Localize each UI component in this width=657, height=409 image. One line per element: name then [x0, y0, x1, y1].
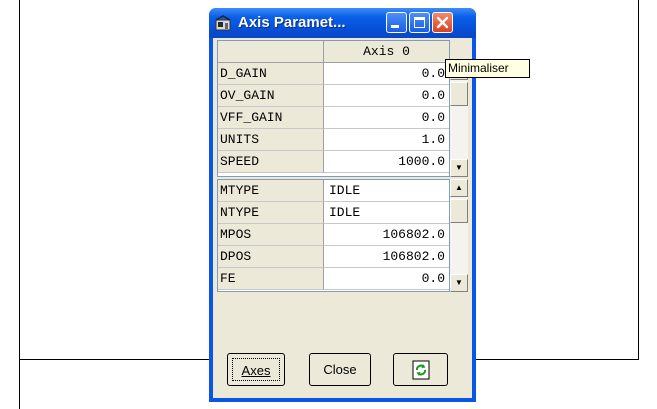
param-name: MPOS	[218, 224, 324, 246]
axes-button-focus: Axes	[232, 358, 280, 381]
param-value[interactable]: IDLE	[324, 180, 449, 202]
window-title: Axis Paramet...	[238, 14, 346, 31]
param-name: VFF_GAIN	[218, 107, 324, 129]
axes-button-label: Axes	[241, 363, 271, 378]
parameters-table-bottom: MTYPE IDLE NTYPE IDLE MPOS 106802.0 DPOS…	[217, 179, 450, 292]
scroll-up-button[interactable]: ▲	[450, 179, 468, 197]
param-name: MTYPE	[218, 180, 324, 202]
param-value[interactable]: 0.0	[324, 63, 449, 85]
param-name: UNITS	[218, 129, 324, 151]
table-row[interactable]: OV_GAIN 0.0	[218, 85, 449, 107]
table-row[interactable]: D_GAIN 0.0	[218, 63, 449, 85]
minimize-button[interactable]	[386, 12, 407, 33]
param-name: D_GAIN	[218, 63, 324, 85]
table-row[interactable]: MPOS 106802.0	[218, 224, 449, 246]
close-button[interactable]: Close	[309, 353, 371, 386]
param-value[interactable]: 1.0	[324, 129, 449, 151]
title-bar[interactable]: Axis Paramet...	[209, 8, 476, 38]
param-value[interactable]: IDLE	[324, 202, 449, 224]
column-header-row: Axis 0	[218, 41, 449, 63]
maximize-icon	[414, 17, 425, 28]
minimize-icon	[391, 25, 399, 28]
param-value[interactable]: 106802.0	[324, 224, 449, 246]
param-value[interactable]: 0.0	[324, 268, 449, 290]
table-row[interactable]: VFF_GAIN 0.0	[218, 107, 449, 129]
top-table-scrollbar[interactable]: ▲ ▼	[450, 62, 468, 177]
close-button-label: Close	[323, 362, 357, 377]
scroll-down-button[interactable]: ▼	[450, 159, 468, 177]
window-client-area: Axis 0 D_GAIN 0.0 OV_GAIN 0.0 VFF_GAIN 0…	[213, 38, 472, 398]
table-row[interactable]: SPEED 1000.0	[218, 151, 449, 173]
param-value[interactable]: 0.0	[324, 107, 449, 129]
scroll-thumb[interactable]	[450, 82, 468, 106]
frame-left	[19, 0, 20, 409]
frame-right	[638, 0, 639, 360]
parameters-table-top: Axis 0 D_GAIN 0.0 OV_GAIN 0.0 VFF_GAIN 0…	[217, 40, 450, 177]
scroll-thumb[interactable]	[450, 199, 468, 223]
minimize-tooltip: Minimaliser	[445, 59, 530, 78]
param-name: OV_GAIN	[218, 85, 324, 107]
param-name: DPOS	[218, 246, 324, 268]
axis-parameters-window: Axis Paramet... Axis 0 D_GAIN 0.0 OV_GAI	[209, 8, 476, 402]
table-row[interactable]: NTYPE IDLE	[218, 202, 449, 224]
param-name: FE	[218, 268, 324, 290]
refresh-button[interactable]	[393, 353, 448, 386]
bottom-table-scrollbar[interactable]: ▲ ▼	[450, 179, 468, 292]
header-name-cell	[218, 41, 324, 63]
table-row[interactable]: UNITS 1.0	[218, 129, 449, 151]
app-icon[interactable]	[215, 15, 232, 31]
axes-button[interactable]: Axes	[227, 353, 285, 386]
param-value[interactable]: 0.0	[324, 85, 449, 107]
close-icon	[436, 16, 449, 29]
table-row[interactable]: FE 0.0	[218, 268, 449, 290]
refresh-icon	[412, 360, 430, 380]
table-row[interactable]: MTYPE IDLE	[218, 180, 449, 202]
param-value[interactable]: 1000.0	[324, 151, 449, 173]
param-name: SPEED	[218, 151, 324, 173]
table-row[interactable]: DPOS 106802.0	[218, 246, 449, 268]
column-header-axis[interactable]: Axis 0	[324, 41, 449, 63]
maximize-button[interactable]	[409, 12, 430, 33]
param-value[interactable]: 106802.0	[324, 246, 449, 268]
param-name: NTYPE	[218, 202, 324, 224]
close-window-button[interactable]	[432, 12, 453, 33]
scroll-down-button[interactable]: ▼	[450, 274, 468, 292]
